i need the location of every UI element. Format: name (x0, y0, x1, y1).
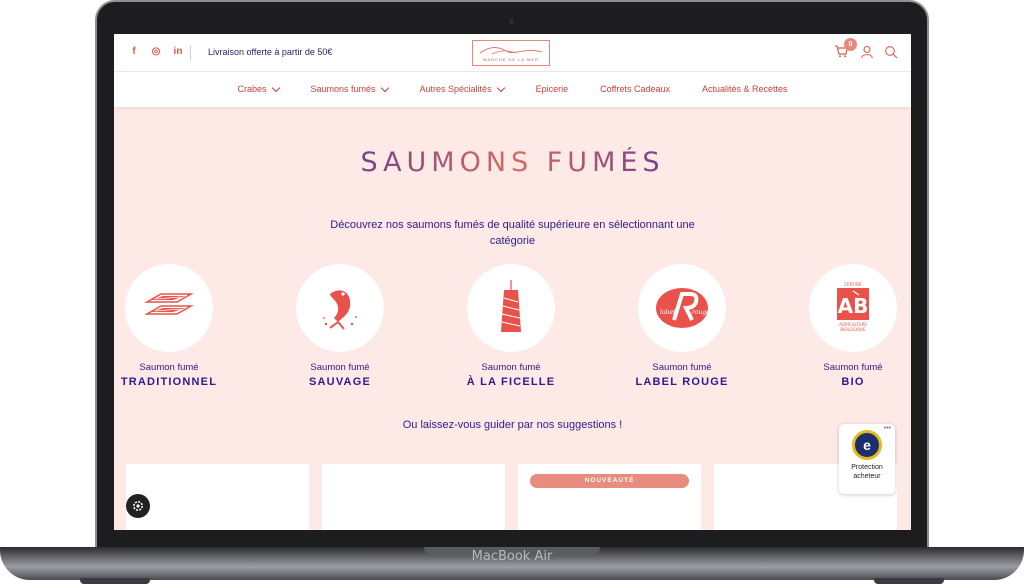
category-icon-circle (296, 264, 384, 352)
svg-text:CERTIFIÉ: CERTIFIÉ (844, 282, 862, 287)
svg-text:rouge: rouge (692, 309, 710, 316)
category-traditionnel[interactable]: Saumon fumé TRADITIONNEL (114, 264, 224, 388)
nav-label: Epicerie (535, 84, 569, 94)
divider (190, 45, 191, 61)
category-subtitle: Saumon fumé (481, 362, 541, 373)
trust-label-line1: Protection (851, 464, 883, 471)
category-name: À LA FICELLE (466, 376, 556, 388)
nav-item-saumons-fumes[interactable]: Saumons fumés (295, 83, 404, 94)
main-nav-bar: Crabes Saumons fumés Autres Spécialités … (114, 72, 911, 107)
settings-gear-button[interactable] (126, 494, 150, 518)
category-bio[interactable]: CERTIFIÉ AB AGRICULTURE BIOLOGIQUE Saumo… (798, 264, 908, 388)
wave-icon (479, 47, 543, 55)
main-nav: Crabes Saumons fumés Autres Spécialités … (114, 83, 911, 94)
site-logo[interactable]: MARCHÉ DE LA MER (472, 40, 550, 66)
label-rouge-logo: label rouge (656, 288, 710, 328)
nav-item-autres-specialites[interactable]: Autres Spécialités (404, 83, 520, 94)
nav-item-actualites-recettes[interactable]: Actualités & Recettes (686, 84, 804, 94)
nav-label: Crabes (237, 84, 267, 94)
svg-text:label: label (660, 309, 675, 316)
category-name: LABEL ROUGE (635, 376, 729, 388)
category-label-rouge[interactable]: label rouge Saumon fumé LABEL ROUGE (627, 264, 737, 388)
product-card[interactable] (126, 464, 309, 530)
camera (509, 19, 514, 24)
logo-text: MARCHÉ DE LA MER (483, 57, 539, 62)
suggestions-heading: Ou laissez-vous guider par nos suggestio… (402, 419, 623, 431)
svg-text:BIOLOGIQUE: BIOLOGIQUE (840, 327, 866, 332)
chevron-down-icon (380, 83, 389, 92)
category-subtitle: Saumon fumé (823, 362, 883, 373)
trust-label-line2: acheteur (853, 473, 881, 480)
top-bar: f ◎ in Livraison offerte à partir de 50€… (114, 34, 911, 72)
nav-label: Saumons fumés (310, 84, 376, 94)
promo-text: Livraison offerte à partir de 50€ (208, 47, 333, 57)
laptop-frame: f ◎ in Livraison offerte à partir de 50€… (0, 0, 1024, 588)
nav-item-epicerie[interactable]: Epicerie (520, 84, 585, 94)
jumping-fish-icon (323, 290, 357, 330)
category-name: SAUVAGE (309, 376, 371, 388)
nav-label: Actualités & Recettes (701, 84, 788, 94)
cart-count-badge: 0 (844, 38, 857, 51)
trust-badge-widget[interactable]: ••• e Protection acheteur (839, 424, 895, 494)
new-badge: NOUVEAUTÉ (530, 474, 689, 488)
category-icon-circle (467, 264, 555, 352)
nav-item-crabes[interactable]: Crabes (221, 83, 294, 94)
category-subtitle: Saumon fumé (310, 362, 370, 373)
intro-text: Découvrez nos saumons fumés de qualité s… (330, 219, 695, 247)
laptop-foot (80, 578, 150, 584)
category-icon-circle: CERTIFIÉ AB AGRICULTURE BIOLOGIQUE (809, 264, 897, 352)
gear-icon (133, 501, 143, 511)
hanging-fillet-icon (501, 280, 521, 332)
category-sauvage[interactable]: Saumon fumé SAUVAGE (285, 264, 395, 388)
nav-label: Coffrets Cadeaux (600, 84, 670, 94)
laptop-foot (874, 578, 944, 584)
category-icon-circle (125, 264, 213, 352)
linkedin-icon[interactable]: in (172, 46, 184, 57)
instagram-icon[interactable]: ◎ (150, 46, 162, 57)
chevron-down-icon (496, 83, 505, 92)
category-subtitle: Saumon fumé (139, 362, 199, 373)
trust-label: Protection acheteur (839, 463, 895, 481)
page-title: SAUMONS FUMÉS (114, 147, 911, 178)
nav-item-coffrets-cadeaux[interactable]: Coffrets Cadeaux (584, 84, 686, 94)
sliced-salmon-icon (144, 293, 194, 315)
ab-organic-logo: CERTIFIÉ AB AGRICULTURE BIOLOGIQUE (837, 282, 869, 332)
trust-seal-icon: e (852, 430, 882, 460)
device-label: MacBook Air (471, 549, 553, 564)
category-name: BIO (841, 376, 865, 388)
category-a-la-ficelle[interactable]: Saumon fumé À LA FICELLE (456, 264, 566, 388)
chevron-down-icon (271, 83, 280, 92)
more-icon[interactable]: ••• (884, 425, 891, 432)
category-subtitle: Saumon fumé (652, 362, 712, 373)
category-list: Saumon fumé TRADITIONNEL Saumon fumé SAU… (114, 264, 911, 394)
nav-label: Autres Spécialités (419, 84, 492, 94)
browser-viewport: f ◎ in Livraison offerte à partir de 50€… (114, 34, 911, 530)
product-card[interactable] (322, 464, 505, 530)
product-card[interactable]: NOUVEAUTÉ (518, 464, 701, 530)
search-icon[interactable] (884, 45, 898, 64)
category-icon-circle: label rouge (638, 264, 726, 352)
facebook-icon[interactable]: f (128, 46, 140, 57)
user-icon[interactable] (860, 45, 874, 64)
svg-text:AB: AB (838, 294, 869, 318)
social-links: f ◎ in (128, 46, 184, 57)
category-name: TRADITIONNEL (120, 376, 218, 388)
